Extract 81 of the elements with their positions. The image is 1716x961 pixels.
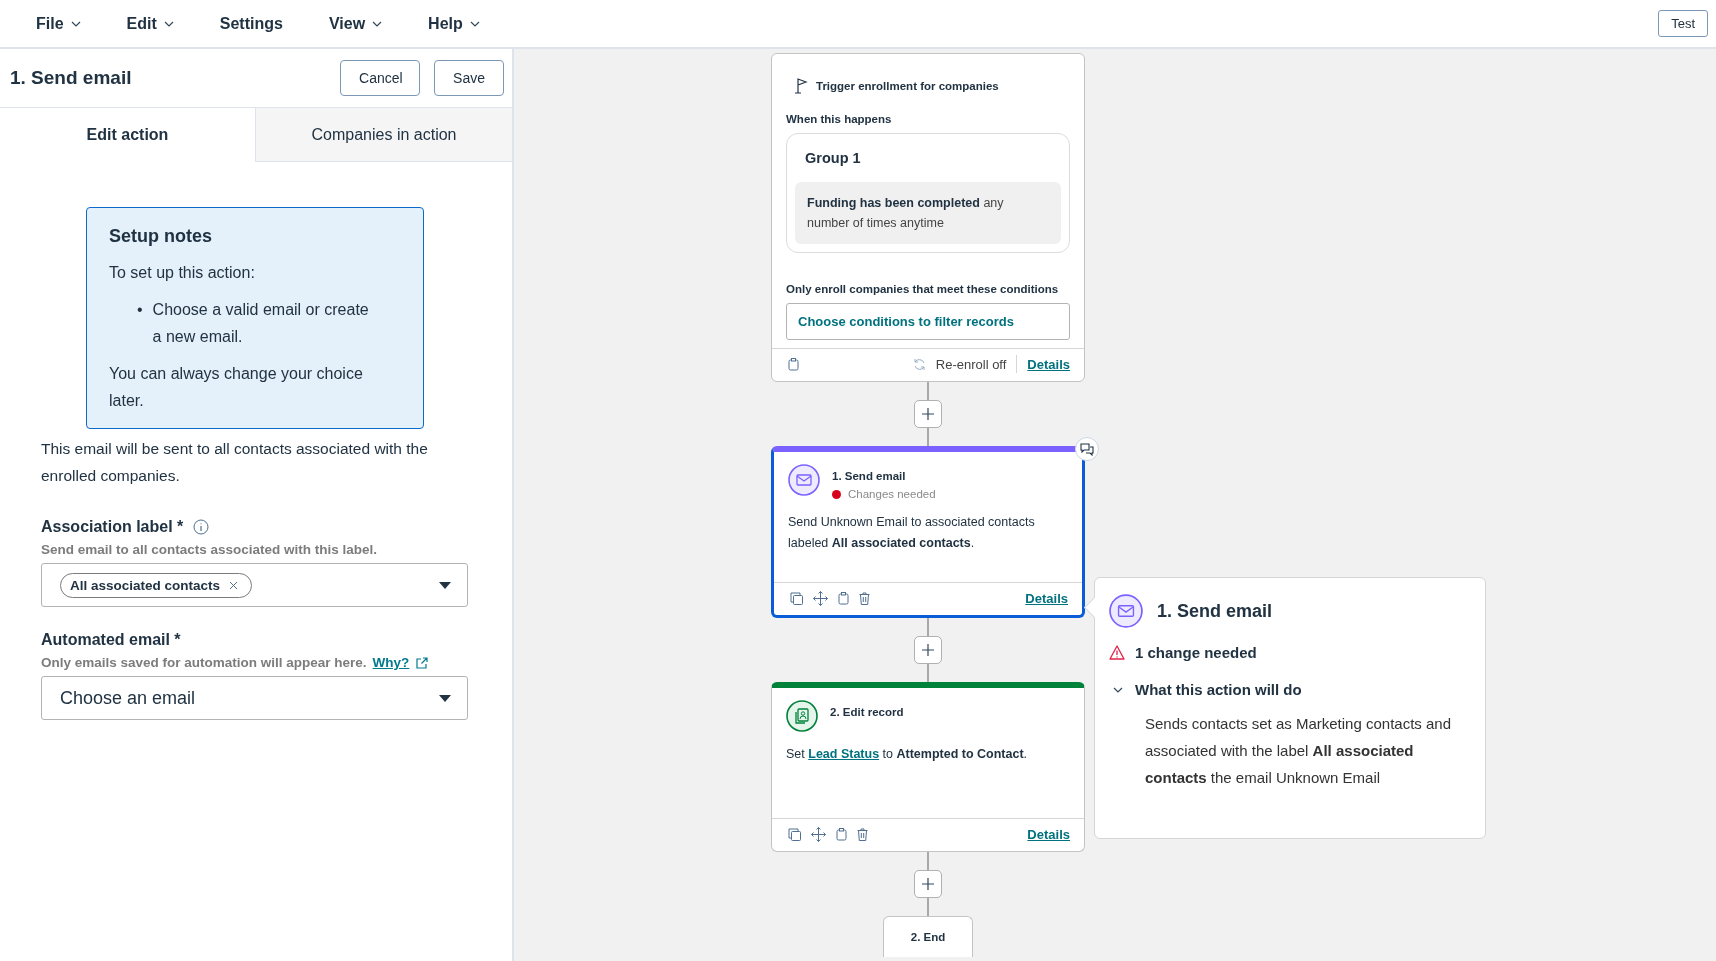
copy-icon[interactable]: [788, 827, 801, 841]
menu-item[interactable]: Edit: [114, 10, 186, 37]
why-link[interactable]: Why?: [372, 655, 410, 670]
status-dot-icon: [832, 489, 841, 499]
envelope-icon: [788, 464, 820, 496]
remove-icon[interactable]: [229, 580, 239, 590]
chevron-down-icon: [70, 20, 81, 27]
trigger-card[interactable]: [771, 53, 1085, 382]
clipboard-icon[interactable]: [788, 357, 799, 371]
email-select[interactable]: Choose an email: [41, 676, 468, 720]
add-step-button[interactable]: [914, 400, 942, 428]
refresh-icon: [912, 357, 926, 371]
section-text: Sends contacts set as Marketing contacts and associated with the label All associated contacts the email Unknown Email: [1145, 714, 1452, 788]
section-label: When this happens: [786, 113, 893, 125]
action-description: Send Unknown Email to associated contacts labeled All associated contacts.: [788, 514, 1036, 552]
cancel-button[interactable]: Cancel: [340, 60, 421, 96]
action-title: 1. Send email: [832, 470, 907, 482]
chevron-down-icon: [163, 20, 174, 27]
trigger-title: Trigger enrollment for companies: [816, 80, 999, 92]
info-icon[interactable]: [193, 519, 210, 535]
action-card[interactable]: 1. Send email Changes needed Send Unknown Email to associated contacts labeled All associated contacts. Details: [771, 446, 1085, 618]
condition-text: Funding has been completed any number of times anytime: [795, 182, 1061, 244]
contact-record-icon: [786, 700, 818, 732]
bullet-marker: •: [137, 300, 143, 320]
group-title: Group 1: [805, 150, 862, 166]
notes-text: You can always change your choice later.: [109, 364, 364, 411]
bullet-text: Choose a valid email or create a new email.: [152, 300, 370, 347]
trash-icon[interactable]: [857, 827, 868, 841]
field-label: Association label *: [41, 518, 184, 536]
end-node: 2. End: [883, 916, 973, 957]
menu-item[interactable]: View: [316, 10, 395, 37]
details-link[interactable]: Details: [1025, 590, 1068, 606]
trash-icon[interactable]: [859, 591, 870, 605]
add-step-button[interactable]: [914, 870, 942, 898]
menu-item[interactable]: Settings: [207, 10, 295, 37]
clipboard-icon[interactable]: [836, 827, 847, 841]
field-hint: Only emails saved for automation will appear here.: [41, 655, 367, 670]
plus-icon: [922, 878, 934, 890]
move-icon[interactable]: [811, 826, 826, 842]
description-text: This email will be sent to all contacts associated with the enrolled companies.: [41, 439, 429, 486]
flag-icon: [794, 78, 808, 94]
section-label: Only enroll companies that meet these conditions: [786, 283, 1060, 295]
action-title: 2. Edit record: [830, 706, 904, 718]
envelope-icon: [1109, 594, 1143, 628]
notes-title: Setup notes: [109, 226, 213, 247]
warning-icon: [1109, 645, 1125, 660]
filter-button[interactable]: Choose conditions to filter records: [786, 303, 1070, 340]
association-select[interactable]: All associated contacts: [41, 563, 468, 607]
move-icon[interactable]: [813, 590, 828, 606]
property-link[interactable]: Lead Status: [808, 747, 880, 761]
alert-text: 1 change needed: [1135, 644, 1257, 661]
caret-icon: [439, 694, 451, 702]
action-description: Set Lead Status to Attempted to Contact.: [786, 746, 1029, 763]
tab[interactable]: Companies in action: [255, 108, 512, 162]
panel-title: 1. Send email: [10, 67, 132, 89]
menu-item[interactable]: File: [24, 10, 93, 37]
chevron-down-icon: [1113, 686, 1123, 693]
plus-icon: [922, 408, 934, 420]
caret-icon: [439, 581, 451, 589]
field-hint: Send email to all contacts associated with this label.: [41, 542, 378, 557]
plus-icon: [922, 644, 934, 656]
notes-text: To set up this action:: [109, 263, 256, 283]
details-link[interactable]: Details: [1027, 826, 1070, 842]
chevron-down-icon: [469, 20, 480, 27]
chevron-down-icon: [372, 20, 383, 27]
reenroll-status: Re-enroll off: [935, 356, 1007, 372]
section-toggle[interactable]: What this action will do: [1109, 681, 1302, 698]
details-link[interactable]: Details: [1027, 356, 1070, 372]
action-card[interactable]: 2. Edit record Set Lead Status to Attempted to Contact. Details: [771, 682, 1085, 852]
external-link-icon: [415, 655, 430, 670]
clipboard-icon[interactable]: [838, 591, 849, 605]
save-button[interactable]: Save: [434, 60, 504, 96]
add-step-button[interactable]: [914, 636, 942, 664]
menu-item[interactable]: Help: [416, 10, 492, 37]
status-text: Changes needed: [848, 488, 936, 500]
popover-title: 1. Send email: [1157, 600, 1273, 622]
field-label: Automated email *: [41, 631, 181, 649]
comment-icon[interactable]: [1075, 437, 1099, 461]
test-button[interactable]: Test: [1658, 10, 1708, 37]
copy-icon[interactable]: [790, 591, 803, 605]
tag-text: All associated contacts: [70, 577, 221, 593]
